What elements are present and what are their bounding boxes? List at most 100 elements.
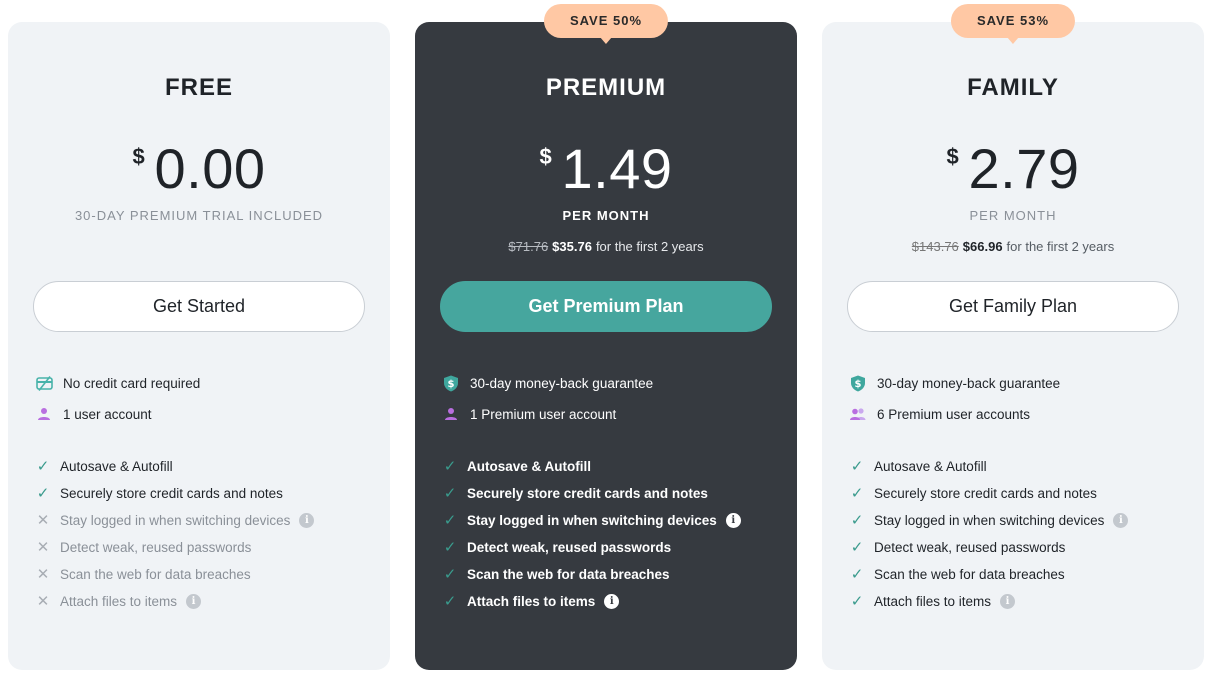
price-amount: 2.79 — [968, 137, 1080, 200]
feature-item: ✓ Attach files to items i — [442, 591, 741, 611]
feature-item: ✕ Attach files to items i — [35, 591, 314, 611]
perk-item: $ 30-day money-back guarantee — [442, 373, 653, 393]
discount-suffix: for the first 2 years — [1006, 239, 1115, 254]
feature-text: Autosave & Autofill — [874, 458, 987, 474]
feature-item: ✓ Securely store credit cards and notes — [442, 483, 741, 503]
feature-item: ✓ Securely store credit cards and notes — [849, 483, 1128, 503]
feature-text: Scan the web for data breaches — [467, 566, 670, 582]
info-icon[interactable]: i — [604, 593, 620, 609]
info-icon[interactable]: i — [299, 512, 315, 528]
features-list: ✓ Autosave & Autofill ✓ Securely store cre… — [35, 456, 315, 618]
perk-item: $ 30-day money-back guarantee — [849, 373, 1060, 393]
pricing-section: FREE $ 0.00 30-DAY PREMIUM TRIAL INCLUDE… — [0, 0, 1216, 680]
feature-item: ✓ Securely store credit cards and notes — [35, 483, 314, 503]
feature-text: Detect weak, reused passwords — [874, 539, 1066, 555]
price-note: PER MONTH — [562, 208, 650, 223]
check-icon: ✓ — [443, 539, 457, 556]
feature-item: ✕ Scan the web for data breaches — [35, 564, 314, 584]
new-price: $66.96 — [962, 239, 1003, 254]
feature-text: Detect weak, reused passwords — [467, 539, 672, 555]
shield-dollar-icon: $ — [442, 374, 460, 392]
svg-text:$: $ — [855, 379, 862, 390]
feature-item: ✓ Autosave & Autofill — [442, 456, 741, 476]
perk-text: No credit card required — [63, 375, 201, 391]
check-icon: ✓ — [443, 458, 457, 475]
check-icon: ✓ — [850, 485, 864, 502]
check-icon: ✓ — [443, 512, 457, 529]
get-started-button[interactable]: Get Started — [33, 281, 365, 332]
discount-suffix: for the first 2 years — [595, 239, 704, 254]
price-note: PER MONTH — [969, 208, 1057, 223]
feature-text: Attach files to items — [467, 593, 596, 609]
feature-item: ✕ Detect weak, reused passwords — [35, 537, 314, 557]
cross-icon: ✕ — [36, 512, 50, 529]
svg-text:$: $ — [448, 379, 455, 390]
cross-icon: ✕ — [36, 593, 50, 610]
feature-text: Securely store credit cards and notes — [874, 485, 1097, 501]
perk-text: 6 Premium user accounts — [877, 406, 1031, 422]
price-amount: 1.49 — [561, 137, 673, 200]
info-icon[interactable]: i — [1000, 593, 1016, 609]
price-note: 30-DAY PREMIUM TRIAL INCLUDED — [74, 208, 324, 223]
perk-text: 1 Premium user account — [470, 406, 617, 422]
feature-item: ✓ Scan the web for data breaches — [442, 564, 741, 584]
feature-text: Stay logged in when switching devices — [467, 512, 717, 528]
perk-item: 1 user account — [35, 404, 200, 424]
check-icon: ✓ — [36, 485, 50, 502]
info-icon[interactable]: i — [186, 593, 202, 609]
feature-item: ✓ Detect weak, reused passwords — [849, 537, 1128, 557]
user-icon — [442, 405, 460, 423]
plan-card-free: FREE $ 0.00 30-DAY PREMIUM TRIAL INCLUDE… — [8, 22, 390, 670]
perks-list: $ 30-day money-back guarantee 6 Premium … — [849, 373, 1060, 435]
feature-item: ✓ Autosave & Autofill — [849, 456, 1128, 476]
feature-item: ✓ Stay logged in when switching devices i — [442, 510, 741, 530]
feature-item: ✕ Stay logged in when switching devices i — [35, 510, 315, 530]
discount-line: $71.76 $35.76 for the first 2 years — [415, 239, 797, 254]
info-icon[interactable]: i — [1113, 512, 1129, 528]
feature-text: Stay logged in when switching devices — [874, 512, 1105, 528]
info-icon[interactable]: i — [725, 512, 741, 528]
currency-symbol: $ — [132, 144, 145, 169]
feature-item: ✓ Detect weak, reused passwords — [442, 537, 741, 557]
feature-text: Scan the web for data breaches — [60, 566, 251, 582]
feature-item: ✓ Attach files to items i — [849, 591, 1128, 611]
feature-text: Scan the web for data breaches — [874, 566, 1065, 582]
users-icon — [849, 405, 867, 423]
plan-card-family: SAVE 53% FAMILY $ 2.79 PER MONTH $143.76… — [822, 4, 1204, 670]
get-premium-plan-button[interactable]: Get Premium Plan — [440, 281, 772, 332]
feature-text: Attach files to items — [60, 593, 178, 609]
check-icon: ✓ — [850, 512, 864, 529]
old-price: $71.76 — [508, 239, 549, 254]
check-icon: ✓ — [443, 485, 457, 502]
price-amount: 0.00 — [154, 137, 266, 200]
get-family-plan-button[interactable]: Get Family Plan — [847, 281, 1179, 332]
check-icon: ✓ — [850, 566, 864, 583]
feature-item: ✓ Autosave & Autofill — [35, 456, 314, 476]
check-icon: ✓ — [443, 593, 457, 610]
feature-text: Autosave & Autofill — [60, 458, 173, 474]
perk-item: 6 Premium user accounts — [849, 404, 1060, 424]
plan-card-premium: SAVE 50% PREMIUM $ 1.49 PER MONTH $71.76… — [415, 4, 797, 670]
feature-text: Detect weak, reused passwords — [60, 539, 252, 555]
check-icon: ✓ — [36, 458, 50, 475]
shield-dollar-icon: $ — [849, 374, 867, 392]
feature-text: Attach files to items — [874, 593, 992, 609]
check-icon: ✓ — [850, 539, 864, 556]
cross-icon: ✕ — [36, 539, 50, 556]
check-icon: ✓ — [443, 566, 457, 583]
perk-text: 1 user account — [63, 406, 152, 422]
perk-text: 30-day money-back guarantee — [877, 375, 1061, 391]
feature-text: Stay logged in when switching devices — [60, 512, 291, 528]
user-icon — [35, 405, 53, 423]
save-badge: SAVE 50% — [543, 4, 669, 38]
price: $ 0.00 — [8, 134, 390, 204]
features-list: ✓ Autosave & Autofill ✓ Securely store cre… — [849, 456, 1129, 618]
plan-title: FREE — [164, 74, 233, 101]
discount-line: $143.76 $66.96 for the first 2 years — [822, 239, 1204, 254]
feature-item: ✓ Scan the web for data breaches — [849, 564, 1128, 584]
perk-item: 1 Premium user account — [442, 404, 653, 424]
old-price: $143.76 — [911, 239, 959, 254]
feature-text: Securely store credit cards and notes — [60, 485, 283, 501]
feature-text: Securely store credit cards and notes — [467, 485, 708, 501]
price: $ 2.79 — [822, 134, 1204, 204]
